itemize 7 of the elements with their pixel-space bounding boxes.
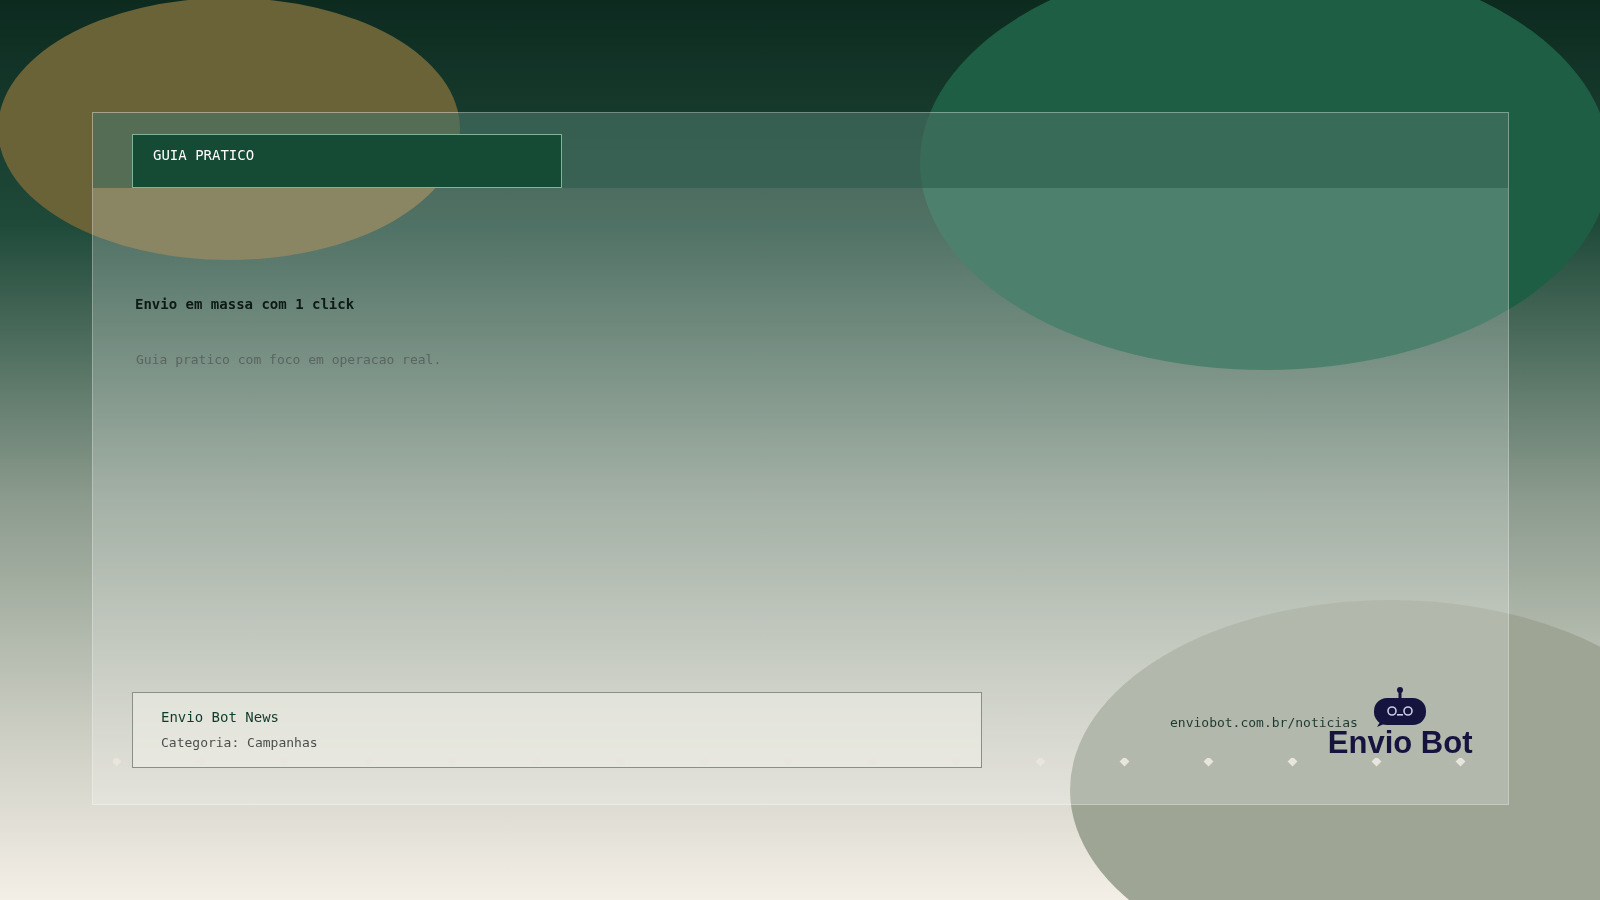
article-title: Envio em massa com 1 click <box>135 296 356 312</box>
site-url: enviobot.com.br/noticias <box>1170 715 1358 730</box>
source-category: Categoria: Campanhas <box>161 735 319 750</box>
category-tag: GUIA PRATICO <box>132 134 562 188</box>
brand-logo: Envio Bot <box>1327 727 1473 758</box>
source-name: Envio Bot News <box>161 709 280 725</box>
robot-icon <box>1373 687 1428 727</box>
